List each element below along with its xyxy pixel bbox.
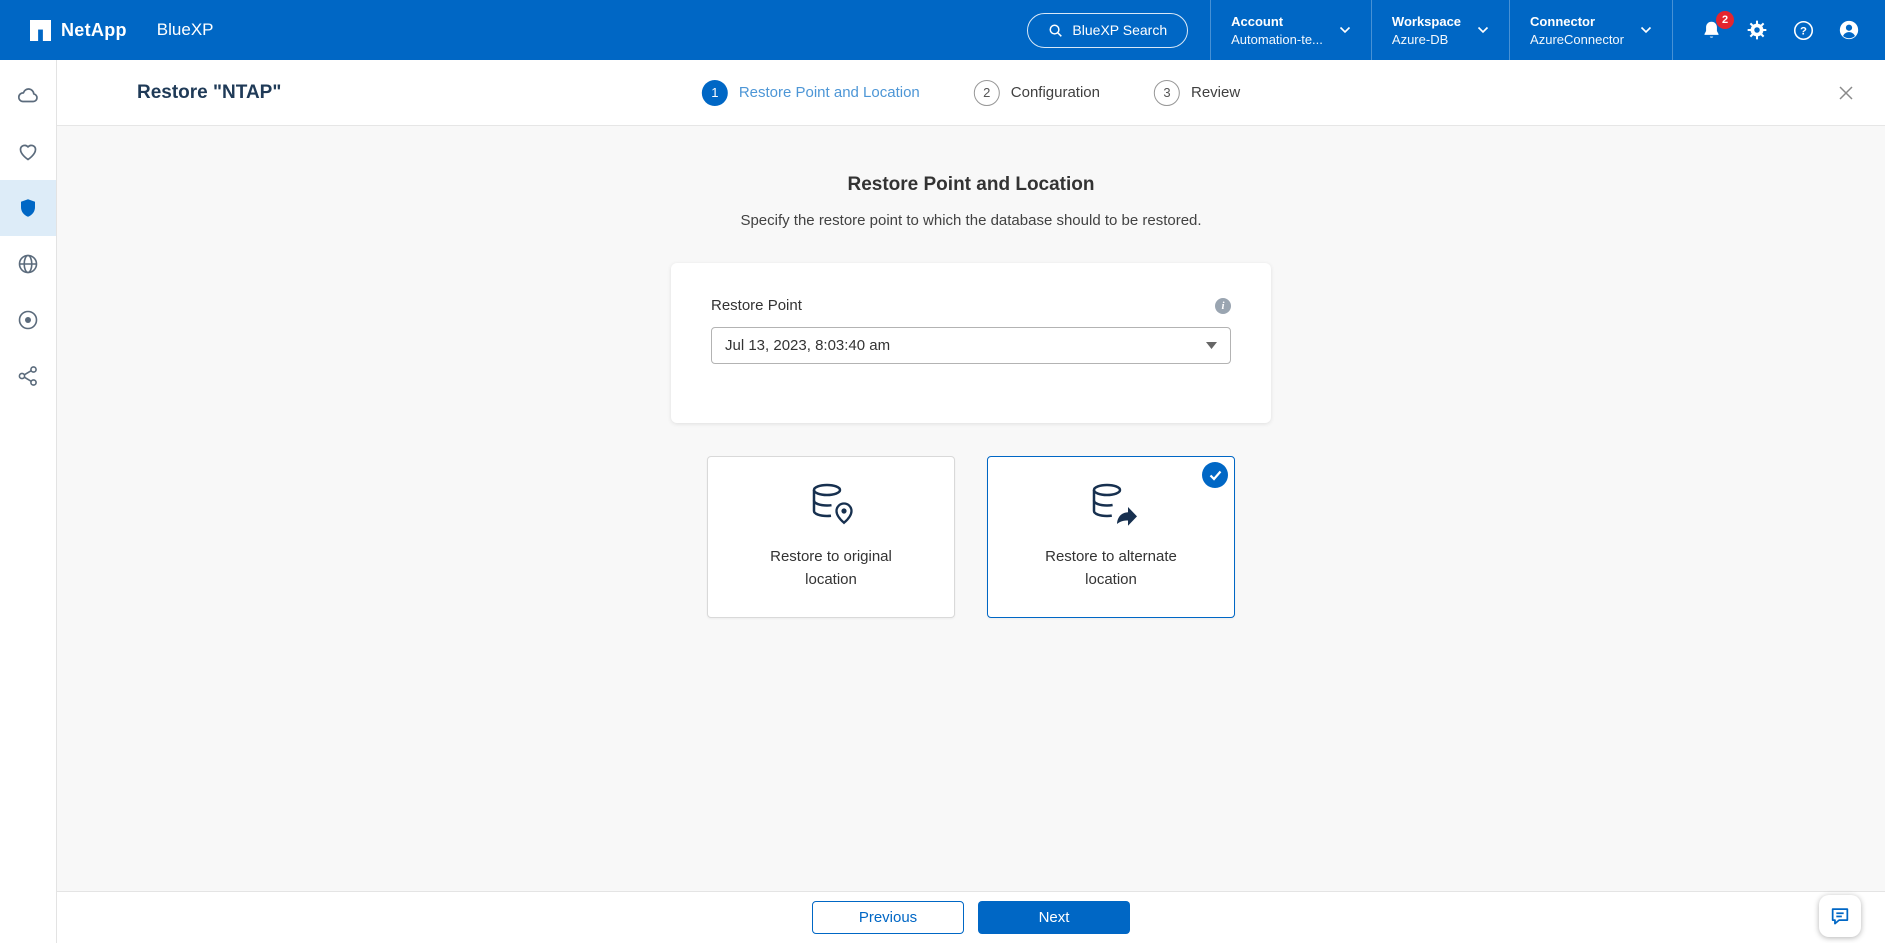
step-2-number: 2: [974, 80, 1000, 106]
sidebar-item-mobility[interactable]: [0, 236, 56, 292]
settings-button[interactable]: [1745, 18, 1769, 42]
database-pin-icon: [804, 479, 858, 533]
chevron-down-icon: [1477, 26, 1489, 34]
wizard-header: Restore "NTAP" 1 Restore Point and Locat…: [57, 60, 1885, 126]
info-icon[interactable]: i: [1215, 298, 1231, 314]
mobility-globe-icon: [16, 252, 40, 276]
top-header: NetApp BlueXP BlueXP Search Account Auto…: [0, 0, 1885, 60]
workspace-menu-label: Workspace: [1392, 14, 1461, 29]
restore-point-label: Restore Point: [711, 297, 802, 314]
content-subheading: Specify the restore point to which the d…: [57, 212, 1885, 229]
content-heading: Restore Point and Location: [57, 174, 1885, 196]
svg-text:?: ?: [1800, 25, 1807, 37]
workspace-menu[interactable]: Workspace Azure-DB: [1372, 0, 1509, 60]
help-button[interactable]: ?: [1791, 18, 1815, 42]
notifications-button[interactable]: 2: [1699, 18, 1723, 42]
restore-point-value: Jul 13, 2023, 8:03:40 am: [725, 337, 890, 354]
product-name: BlueXP: [157, 20, 214, 40]
step-1-number: 1: [702, 80, 728, 106]
step-3-number: 3: [1154, 80, 1180, 106]
left-sidebar: [0, 60, 57, 943]
wizard-step-2: 2 Configuration: [974, 80, 1100, 106]
wizard-content: Restore Point and Location Specify the r…: [57, 126, 1885, 891]
connector-menu[interactable]: Connector AzureConnector: [1510, 0, 1672, 60]
sidebar-item-health[interactable]: [0, 124, 56, 180]
selected-check-badge: [1202, 462, 1228, 488]
help-icon: ?: [1793, 20, 1814, 41]
chat-bubble-icon: [1829, 905, 1851, 927]
gear-icon: [1746, 19, 1768, 41]
health-icon: [16, 140, 40, 164]
next-button[interactable]: Next: [978, 901, 1130, 934]
select-caret-icon: [1206, 342, 1217, 349]
chat-launcher-button[interactable]: [1819, 895, 1861, 937]
page-title: Restore "NTAP": [137, 82, 281, 104]
notification-badge: 2: [1716, 11, 1734, 29]
sidebar-item-observability[interactable]: [0, 292, 56, 348]
wizard-step-1: 1 Restore Point and Location: [702, 80, 920, 106]
user-account-button[interactable]: [1837, 18, 1861, 42]
restore-alternate-location-card[interactable]: Restore to alternate location: [987, 456, 1235, 618]
restore-point-select[interactable]: Jul 13, 2023, 8:03:40 am: [711, 327, 1231, 364]
restore-point-card: Restore Point i Jul 13, 2023, 8:03:40 am: [671, 263, 1271, 423]
connector-menu-label: Connector: [1530, 14, 1624, 29]
search-label: BlueXP Search: [1072, 22, 1167, 38]
location-options: Restore to original location: [57, 456, 1885, 618]
previous-button[interactable]: Previous: [812, 901, 964, 934]
sidebar-item-canvas[interactable]: [0, 68, 56, 124]
sidebar-item-extensions[interactable]: [0, 348, 56, 404]
user-icon: [1838, 19, 1860, 41]
wizard-step-3: 3 Review: [1154, 80, 1240, 106]
chevron-down-icon: [1339, 26, 1351, 34]
brand-name: NetApp: [61, 20, 127, 41]
protection-shield-icon: [16, 196, 40, 220]
workspace-menu-value: Azure-DB: [1392, 32, 1461, 47]
close-wizard-button[interactable]: [1835, 82, 1857, 104]
option-label: Restore to alternate location: [1034, 545, 1189, 592]
close-icon: [1839, 87, 1853, 104]
observability-icon: [16, 308, 40, 332]
wizard-stepper: 1 Restore Point and Location 2 Configura…: [702, 80, 1240, 106]
chevron-down-icon: [1640, 26, 1652, 34]
step-1-label: Restore Point and Location: [739, 84, 920, 101]
connector-menu-value: AzureConnector: [1530, 32, 1624, 47]
netapp-logo-icon: [30, 20, 51, 41]
step-3-label: Review: [1191, 84, 1240, 101]
wizard-footer: Previous Next: [57, 891, 1885, 943]
option-label: Restore to original location: [754, 545, 909, 592]
step-2-label: Configuration: [1011, 84, 1100, 101]
bluexp-search-button[interactable]: BlueXP Search: [1027, 13, 1188, 48]
account-menu-value: Automation-te...: [1231, 32, 1323, 47]
restore-original-location-card[interactable]: Restore to original location: [707, 456, 955, 618]
extensions-share-icon: [16, 364, 40, 388]
account-menu-label: Account: [1231, 14, 1323, 29]
database-arrow-icon: [1084, 479, 1138, 533]
brand: NetApp: [30, 20, 127, 41]
account-menu[interactable]: Account Automation-te...: [1211, 0, 1371, 60]
canvas-icon: [16, 84, 40, 108]
search-icon: [1048, 23, 1063, 38]
sidebar-item-protection[interactable]: [0, 180, 56, 236]
